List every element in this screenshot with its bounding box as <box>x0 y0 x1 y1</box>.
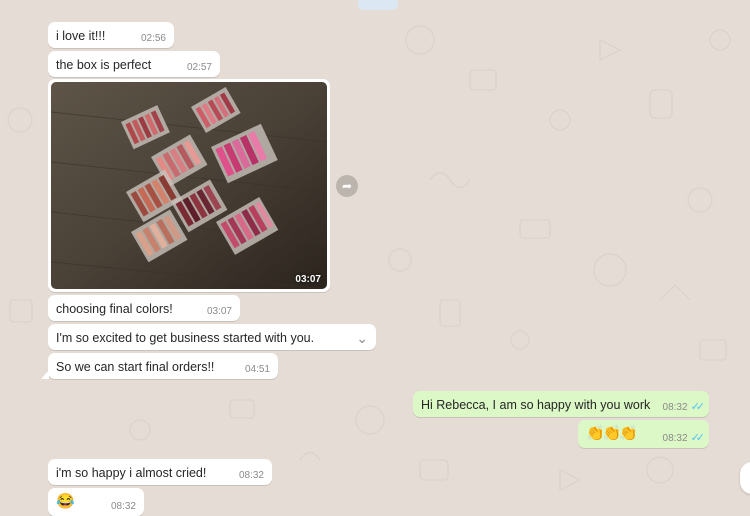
photo-content <box>51 82 327 289</box>
message-text: I'm so excited to get business started w… <box>56 331 315 345</box>
message-time: 04:51 <box>244 364 270 375</box>
message-time: 02:56 <box>140 33 166 44</box>
message-time: 08:32 <box>662 402 688 413</box>
image-message[interactable]: 03:07 <box>48 79 330 292</box>
chevron-down-icon[interactable]: ⌄ <box>356 330 368 347</box>
bubble-tail <box>41 370 49 379</box>
message-bubble-incoming[interactable]: the box is perfect 02:57 <box>48 51 220 77</box>
forward-button[interactable]: ➦ <box>336 175 358 197</box>
message-time: 08:32 <box>238 470 264 481</box>
date-chip <box>358 0 398 10</box>
forward-icon: ➦ <box>341 179 353 193</box>
double-check-icon: ✓✓ <box>690 432 706 444</box>
message-text: the box is perfect <box>56 58 152 72</box>
message-emoji: 😂 <box>56 493 75 510</box>
message-time: 03:07 <box>206 306 232 317</box>
lipgloss-photo[interactable]: 03:07 <box>51 82 327 289</box>
message-time: 08:32 <box>110 501 136 512</box>
message-bubble-outgoing[interactable]: 👏👏👏 08:32 ✓✓ <box>578 420 709 448</box>
message-text: So we can start final orders!! <box>56 360 215 374</box>
message-bubble-incoming[interactable]: So we can start final orders!! 04:51 <box>41 353 278 379</box>
message-text: i'm so happy i almost cried! <box>56 466 207 480</box>
scroll-down-button[interactable] <box>740 462 750 494</box>
double-check-icon: ✓✓ <box>690 401 706 413</box>
message-time: 08:32 <box>662 433 688 444</box>
message-bubble-outgoing[interactable]: Hi Rebecca, I am so happy with you work … <box>413 391 709 417</box>
message-bubble-incoming[interactable]: i love it!!! 02:56 <box>48 22 174 48</box>
message-emoji: 👏👏👏 <box>586 425 638 442</box>
message-bubble-incoming[interactable]: 😂 08:32 <box>48 488 144 516</box>
message-text: i love it!!! <box>56 29 106 43</box>
message-text: Hi Rebecca, I am so happy with you work <box>421 398 651 412</box>
message-meta: 08:32 ✓✓ <box>662 400 706 413</box>
message-bubble-incoming[interactable]: i'm so happy i almost cried! 08:32 <box>48 459 272 485</box>
message-text: choosing final colors! <box>56 302 173 316</box>
message-meta: 08:32 ✓✓ <box>662 431 706 444</box>
image-time: 03:07 <box>295 274 321 285</box>
message-bubble-incoming[interactable]: I'm so excited to get business started w… <box>48 324 376 350</box>
message-bubble-incoming[interactable]: choosing final colors! 03:07 <box>48 295 240 321</box>
message-time: 02:57 <box>186 62 212 73</box>
